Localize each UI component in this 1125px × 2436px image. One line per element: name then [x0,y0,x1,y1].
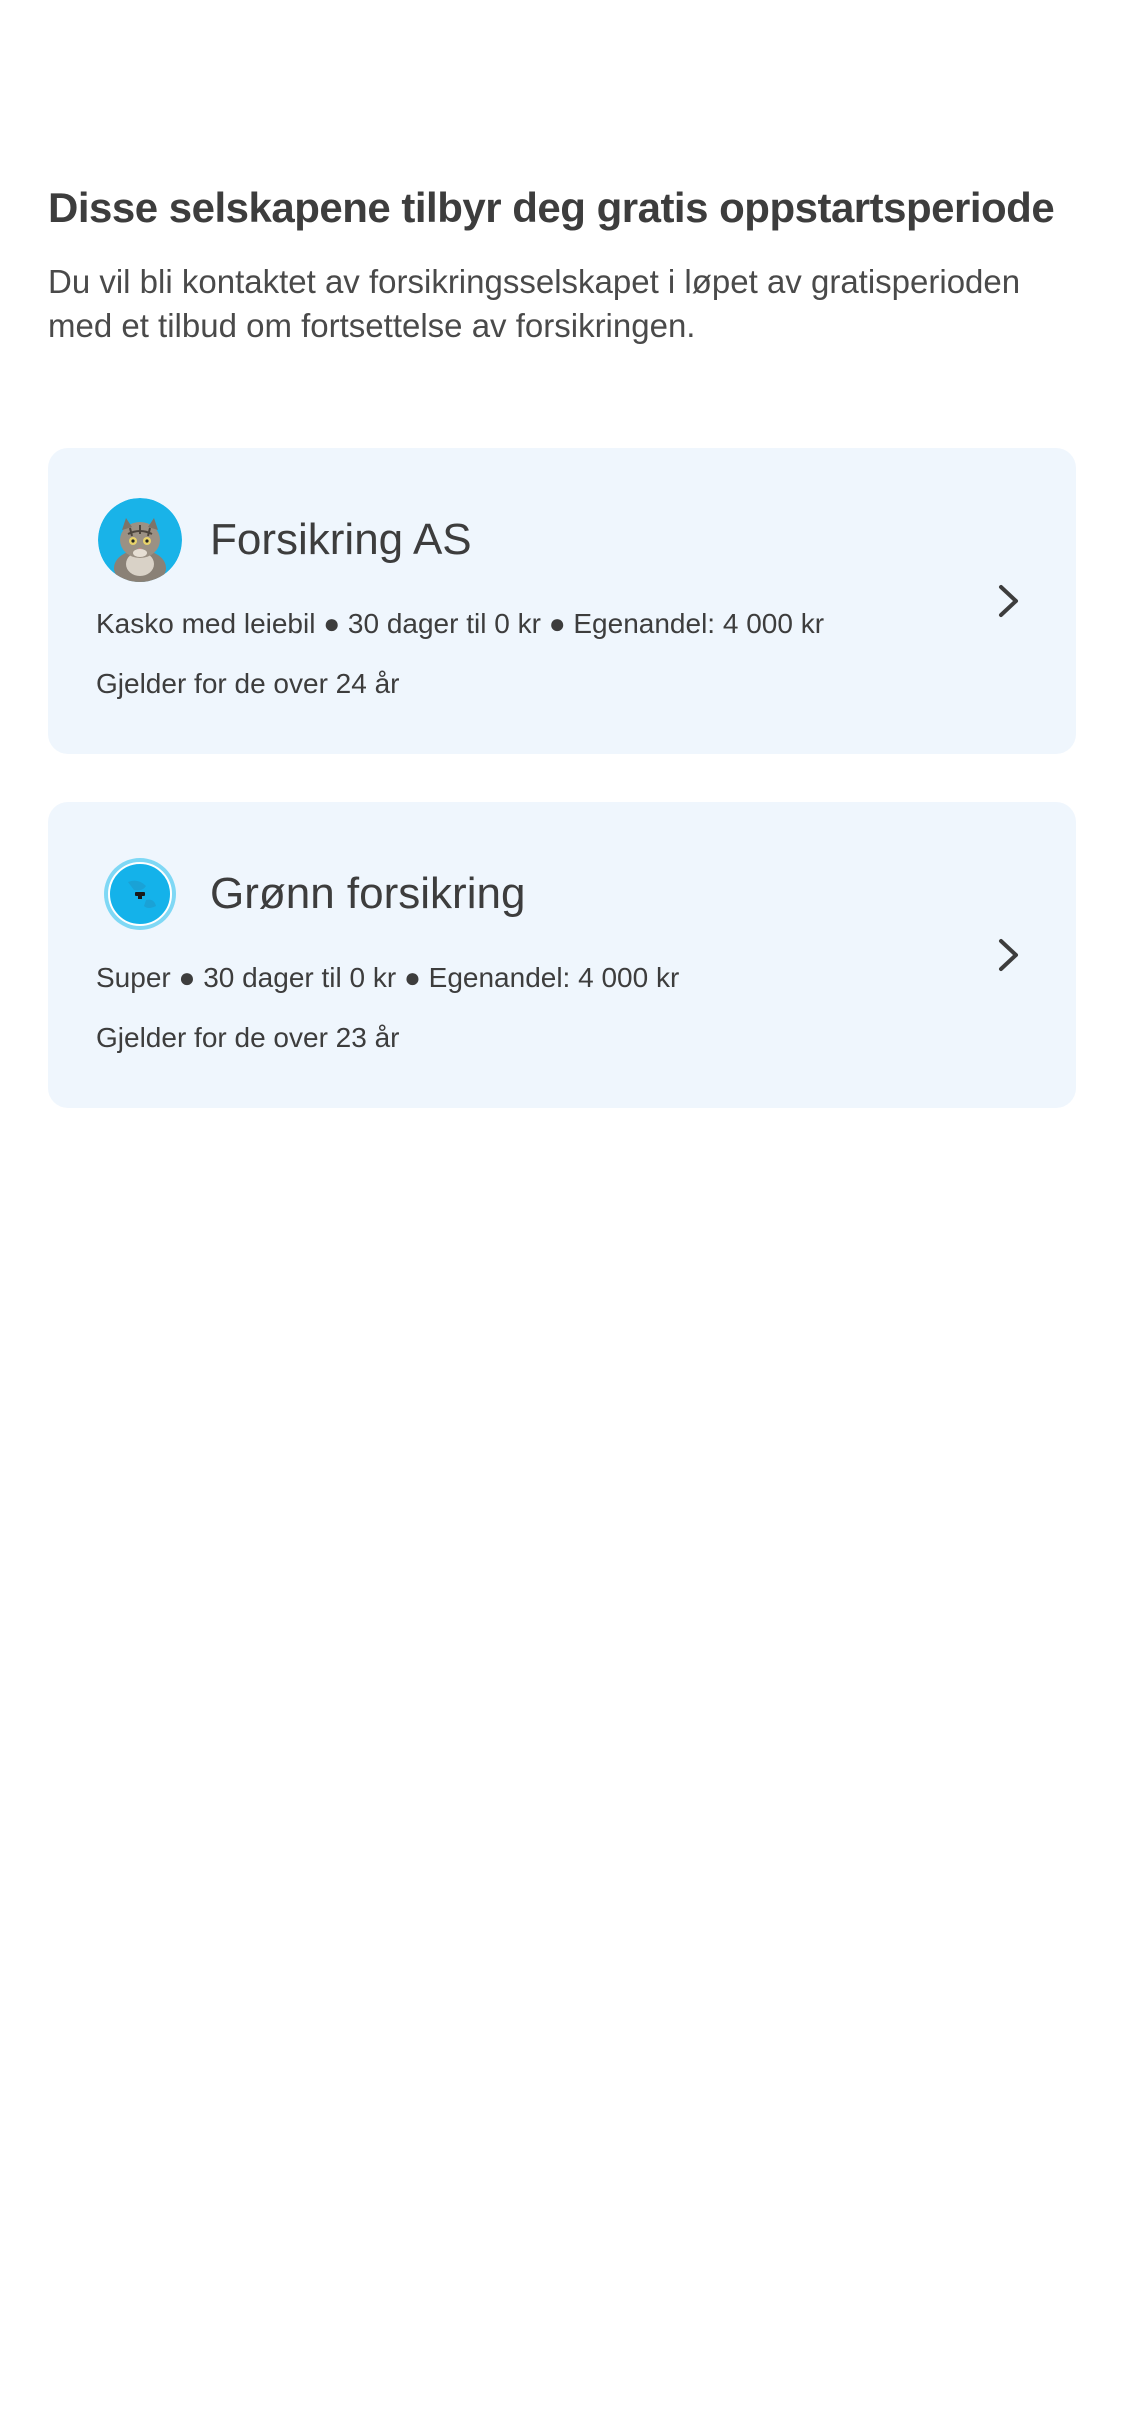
company-name: Grønn forsikring [210,869,526,918]
page-title: Disse selskapene tilbyr deg gratis oppst… [48,184,1055,231]
blue-globe-logo-icon [98,852,182,936]
offer-card-forsikring-as[interactable]: Forsikring AS Kasko med leiebil ● 30 dag… [48,448,1076,754]
page-subtitle: Du vil bli kontaktet av forsikringsselsk… [48,263,1021,344]
offer-card-gronn-forsikring[interactable]: Grønn forsikring Super ● 30 dager til 0 … [48,802,1076,1108]
offer-details: Kasko med leiebil ● 30 dager til 0 kr ● … [96,608,825,639]
chevron-right-icon [999,585,1018,617]
offer-age-requirement: Gjelder for de over 23 år [96,1022,400,1053]
offer-header: Forsikring AS [96,498,1028,582]
chevron-right-icon [999,939,1018,971]
company-name: Forsikring AS [210,515,472,564]
offer-age-requirement: Gjelder for de over 24 år [96,668,400,699]
offer-details: Super ● 30 dager til 0 kr ● Egenandel: 4… [96,962,680,993]
offer-list: Forsikring AS Kasko med leiebil ● 30 dag… [48,448,1077,1108]
offers-page: Disse selskapene tilbyr deg gratis oppst… [0,0,1125,2436]
offer-header: Grønn forsikring [96,852,1028,936]
cat-avatar-icon [98,498,182,582]
